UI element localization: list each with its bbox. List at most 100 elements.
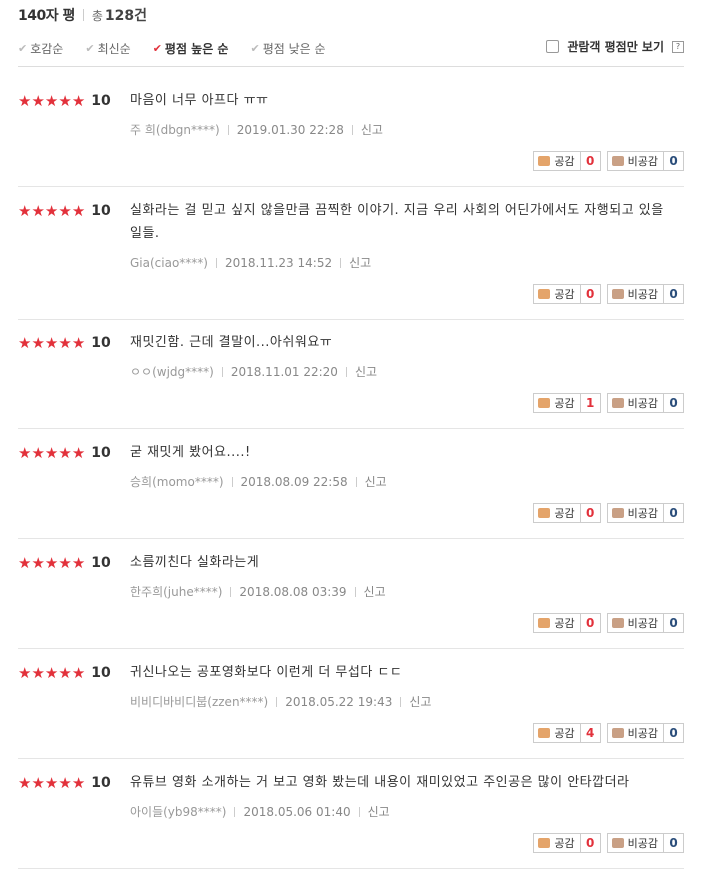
review-divider [18,428,684,429]
dislike-button[interactable]: 비공감 [606,613,664,633]
star-icon: ★ [44,91,59,110]
dislike-button[interactable]: 비공감 [606,284,664,304]
viewer-only-label[interactable]: 관람객 평점만 보기 [567,38,664,55]
report-link[interactable]: 신고 [355,363,377,380]
reaction-buttons: 공감 0 비공감 0 [533,503,684,523]
dislike-button[interactable]: 비공감 [606,833,664,853]
sort-option-likes[interactable]: ✔ 호감순 [18,40,63,57]
review-author[interactable]: 아이들(yb98****) [130,803,226,820]
sort-option-high-score[interactable]: ✔ 평점 높은 순 [153,40,229,57]
review-text: 마음이 너무 아프다 ㅠㅠ [130,93,269,108]
like-count: 0 [580,284,601,304]
review-author[interactable]: ㅇㅇ(wjdg****) [130,363,214,380]
dislike-button[interactable]: 비공감 [606,393,664,413]
like-count: 0 [580,833,601,853]
star-icon: ★ [18,553,32,572]
star-icon: ★ [44,553,59,572]
help-icon[interactable]: ? [672,40,684,53]
star-icon: ★ [18,663,32,682]
reaction-buttons: 공감 0 비공감 0 [533,613,684,633]
report-link[interactable]: 신고 [349,254,371,271]
sort-label: 호감순 [30,41,64,56]
star-icon: ★ [18,91,32,110]
sort-option-latest[interactable]: ✔ 최신순 [85,40,130,57]
report-link[interactable]: 신고 [368,803,390,820]
report-link[interactable]: 신고 [365,473,387,490]
review-meta: ㅇㅇ(wjdg****) 2018.11.01 22:20 신고 [130,363,377,380]
star-rating: ★ ★ ★ ★ ★ 10 [18,775,111,791]
review-score: 10 [91,93,111,109]
star-icon: ★ [44,663,59,682]
review-divider [18,319,684,320]
like-button[interactable]: 공감 [533,833,581,853]
thumbs-up-icon [538,289,551,299]
like-button[interactable]: 공감 [533,503,581,523]
dislike-count: 0 [664,503,684,523]
star-rating: ★ ★ ★ ★ ★ 10 [18,555,111,571]
review-author[interactable]: 비비디바비디붑(zzen****) [130,693,268,710]
report-link[interactable]: 신고 [409,693,431,710]
dislike-button[interactable]: 비공감 [606,723,664,743]
thumbs-down-icon [611,289,624,299]
dislike-label: 비공감 [627,617,658,630]
star-icon: ★ [44,773,59,792]
thumbs-down-icon [611,508,624,518]
sort-option-low-score[interactable]: ✔ 평점 낮은 순 [250,40,325,57]
review-date: 2018.11.23 14:52 [224,255,333,270]
review-score: 10 [91,775,111,791]
star-icon: ★ [71,553,86,572]
like-button[interactable]: 공감 [533,151,581,171]
dislike-count: 0 [664,151,684,171]
star-rating: ★ ★ ★ ★ ★ 10 [18,93,111,109]
viewer-only-checkbox[interactable] [546,40,560,53]
review-text: 재밋긴함. 근데 결말이...아쉬워요ㅠ [130,335,333,350]
star-icon: ★ [18,201,32,220]
review-score: 10 [91,445,111,461]
review-date: 2018.11.01 22:20 [230,364,338,379]
dislike-count: 0 [664,833,684,853]
meta-divider [234,806,236,817]
meta-divider [230,586,232,597]
report-link[interactable]: 신고 [361,121,383,138]
header-divider [82,9,84,21]
sort-label: 평점 낮은 순 [262,41,326,56]
dislike-label: 비공감 [627,397,658,410]
review-score: 10 [91,665,111,681]
review-author[interactable]: 승희(momo****) [130,473,224,490]
thumbs-down-icon [611,156,624,166]
check-icon: ✔ [18,41,28,55]
star-icon: ★ [31,553,45,572]
thumbs-up-icon [538,618,551,628]
review-text: 유튜브 영화 소개하는 거 보고 영화 봤는데 내용이 재미있었고 주인공은 많… [130,775,630,790]
review-author[interactable]: 주 희(dbgn****) [130,121,220,138]
like-label: 공감 [554,397,575,410]
review-divider [18,186,684,187]
review-author[interactable]: Gia(ciao****) [130,256,208,270]
like-button[interactable]: 공감 [533,723,581,743]
star-icon: ★ [71,443,86,462]
review-meta: Gia(ciao****) 2018.11.23 14:52 신고 [130,254,371,271]
star-icon: ★ [58,663,72,682]
meta-divider [227,124,229,135]
review-text: 실화라는 걸 믿고 싶지 않을만큼 끔찍한 이야기. 지금 우리 사회의 어딘가… [130,203,664,241]
star-icon: ★ [18,443,32,462]
review-meta: 승희(momo****) 2018.08.09 22:58 신고 [130,473,387,490]
review-divider [18,868,684,869]
star-rating: ★ ★ ★ ★ ★ 10 [18,445,111,461]
star-rating: ★ ★ ★ ★ ★ 10 [18,203,111,219]
like-button[interactable]: 공감 [533,613,581,633]
meta-divider [221,366,223,377]
review-author[interactable]: 한주희(juhe****) [130,583,222,600]
review-date: 2018.08.09 22:58 [240,474,348,489]
dislike-button[interactable]: 비공감 [606,503,664,523]
thumbs-up-icon [538,728,551,738]
like-button[interactable]: 공감 [533,393,581,413]
like-label: 공감 [554,617,575,630]
report-link[interactable]: 신고 [364,583,386,600]
meta-divider [231,476,233,487]
sort-bar: ✔ 호감순 ✔ 최신순 ✔ 평점 높은 순 ✔ 평점 낮은 순 관람객 평점만 보기 ? [18,38,684,58]
like-button[interactable]: 공감 [533,284,581,304]
thumbs-up-icon [538,156,551,166]
star-icon: ★ [31,443,45,462]
dislike-button[interactable]: 비공감 [606,151,664,171]
